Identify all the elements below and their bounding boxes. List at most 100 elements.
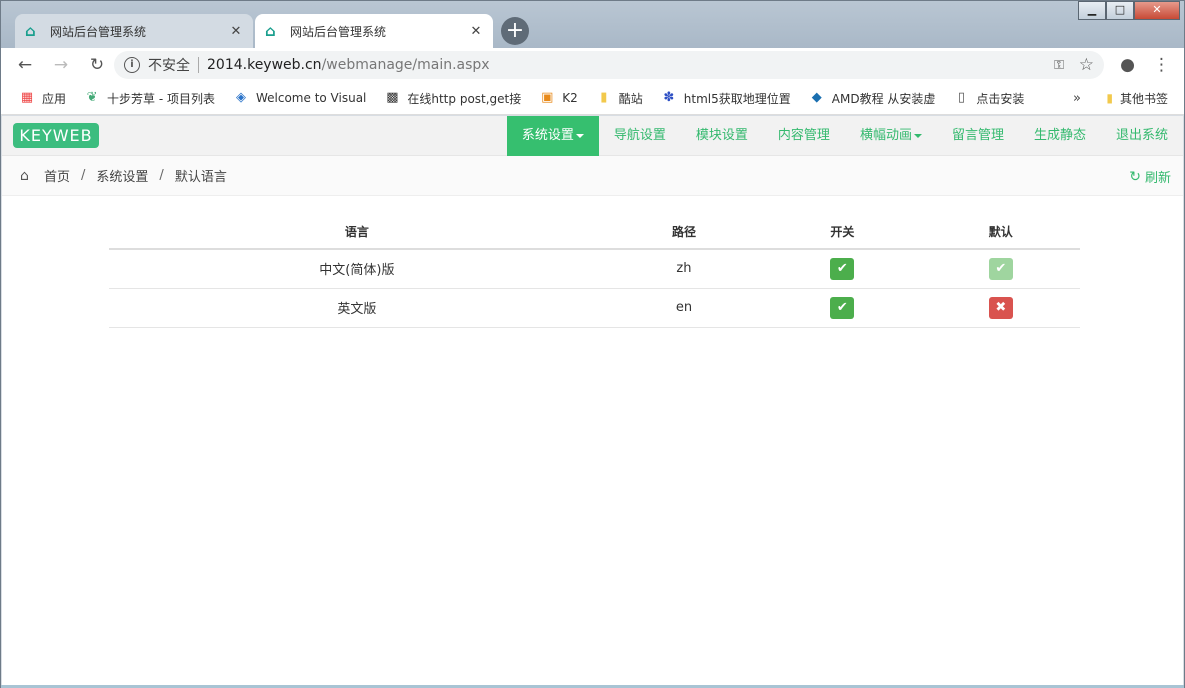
- bookmark-label: Welcome to Visual: [255, 91, 367, 105]
- bookmark-item[interactable]: ▣ K2: [539, 90, 578, 106]
- window-close-button[interactable]: ✕: [1134, 1, 1180, 20]
- visual-studio-icon: ◈: [235, 90, 246, 105]
- other-bookmarks[interactable]: ▮ 其他书签: [1106, 90, 1168, 107]
- menu-module-settings[interactable]: 模块设置: [681, 116, 763, 156]
- check-icon[interactable]: ✔: [830, 296, 855, 319]
- close-icon[interactable]: ✕: [229, 24, 243, 39]
- breadcrumb-home[interactable]: 首页: [44, 166, 70, 185]
- toolbar-right: ● ⋮: [1120, 55, 1170, 75]
- cell-language: 英文版: [109, 288, 605, 328]
- minimize-button[interactable]: ▁: [1078, 1, 1106, 20]
- cell-default: ✔: [921, 249, 1080, 289]
- k2-icon: ▣: [541, 90, 554, 105]
- key-icon[interactable]: ⚿: [1054, 58, 1064, 73]
- bookmark-item[interactable]: ✽ html5获取地理位置: [661, 90, 791, 107]
- browser-toolbar: ← → ↻ i 不安全 2014.keyweb.cn/webmanage/mai…: [1, 48, 1184, 82]
- security-label: 不安全: [148, 58, 190, 74]
- caret-down-icon: [913, 133, 922, 138]
- tab-title: 网站后台管理系统: [50, 24, 147, 39]
- menu-label: 模块设置: [695, 128, 748, 143]
- breadcrumb-separator: /: [159, 168, 164, 183]
- refresh-button[interactable]: ↻ 刷新: [1129, 167, 1171, 187]
- table-row: 中文(简体)版 zh ✔ ✔: [109, 249, 1080, 289]
- menu-content-management[interactable]: 内容管理: [763, 116, 845, 156]
- bookmark-label: AMD教程 从安装虚: [831, 91, 936, 106]
- keyweb-logo[interactable]: KEYWEB: [13, 123, 99, 148]
- menu-system-settings[interactable]: 系统设置: [506, 116, 599, 156]
- bookmark-label: 十步芳草 - 项目列表: [107, 91, 215, 106]
- new-tab-button[interactable]: +: [501, 17, 529, 45]
- menu-label: 内容管理: [777, 128, 830, 143]
- main-menu: 系统设置 导航设置 模块设置 内容管理 横幅动画 留言管理 生成静态 退出系统: [506, 116, 1183, 156]
- site-favicon-icon: ⌂: [25, 22, 36, 40]
- url-path: /webmanage/main.aspx: [321, 57, 490, 73]
- bookmark-item[interactable]: ◈ Welcome to Visual: [233, 90, 366, 106]
- menu-banner-animation[interactable]: 横幅动画: [845, 116, 937, 156]
- menu-nav-settings[interactable]: 导航设置: [599, 116, 681, 156]
- bookmark-label: html5获取地理位置: [683, 91, 791, 106]
- folder-icon: ▮: [600, 90, 608, 105]
- forward-arrow-icon[interactable]: →: [49, 55, 73, 75]
- paw-icon: ✽: [663, 90, 675, 105]
- star-icon[interactable]: ☆: [1079, 55, 1094, 75]
- menu-generate-static[interactable]: 生成静态: [1019, 116, 1101, 156]
- table-row: 英文版 en ✔ ✖: [109, 288, 1080, 328]
- tab-title: 网站后台管理系统: [290, 24, 387, 39]
- bookmark-item[interactable]: ▯ 点击安装: [953, 90, 1025, 107]
- folder-icon: ▮: [1106, 91, 1113, 105]
- cell-path: zh: [604, 249, 764, 289]
- close-icon[interactable]: ✕: [469, 24, 483, 39]
- bookmarks-bar: ▦ 应用 ❦ 十步芳草 - 项目列表 ◈ Welcome to Visual ▩ 在线h…: [1, 82, 1184, 115]
- breadcrumb-system-settings[interactable]: 系统设置: [96, 166, 148, 185]
- page-icon: ▯: [957, 90, 965, 105]
- caret-down-icon: [575, 133, 584, 138]
- check-icon[interactable]: ✔: [830, 257, 855, 280]
- apps-grid-icon: ▦: [20, 90, 34, 105]
- bookmark-label: K2: [562, 91, 578, 105]
- bookmark-label: 酷站: [618, 91, 643, 106]
- leaf-icon: ❦: [86, 90, 98, 105]
- menu-label: 导航设置: [613, 128, 666, 143]
- header-default: 默认: [921, 215, 1080, 250]
- breadcrumb-separator: /: [81, 168, 86, 183]
- bookmarks-more-icon[interactable]: »: [1073, 91, 1081, 106]
- cross-icon[interactable]: ✖: [988, 296, 1013, 319]
- bookmark-label: 点击安装: [976, 91, 1025, 106]
- refresh-label: 刷新: [1144, 171, 1171, 186]
- bookmark-label: 在线http post,get接: [407, 91, 522, 106]
- browser-tab-1[interactable]: ⌂ 网站后台管理系统 ✕: [15, 14, 253, 48]
- header-path: 路径: [604, 215, 764, 250]
- site-favicon-icon: ⌂: [265, 22, 276, 40]
- bookmark-item[interactable]: ▩ 在线http post,get接: [384, 90, 521, 107]
- breadcrumb: ⌂ 首页 / 系统设置 / 默认语言 ↻ 刷新: [2, 156, 1183, 196]
- breadcrumb-current: 默认语言: [174, 170, 227, 185]
- cell-path: en: [604, 288, 764, 328]
- browser-tab-2[interactable]: ⌂ 网站后台管理系统 ✕: [255, 14, 493, 48]
- reload-icon[interactable]: ↻: [85, 55, 109, 75]
- language-table: 语言 路径 开关 默认 中文(简体)版 zh ✔ ✔ 英文版 en ✔ ✖: [109, 215, 1080, 328]
- back-arrow-icon[interactable]: ←: [13, 55, 37, 75]
- address-bar[interactable]: i 不安全 2014.keyweb.cn/webmanage/main.aspx…: [114, 51, 1104, 79]
- top-navbar: KEYWEB 系统设置 导航设置 模块设置 内容管理 横幅动画 留言管理 生成静…: [2, 116, 1183, 156]
- check-icon[interactable]: ✔: [988, 257, 1013, 280]
- maximize-button[interactable]: □: [1106, 1, 1134, 20]
- window-controls: ▁ □ ✕: [1078, 1, 1180, 20]
- bookmark-item[interactable]: ❦ 十步芳草 - 项目列表: [84, 90, 215, 107]
- home-icon: ⌂: [20, 167, 29, 184]
- bookmark-label: 其他书签: [1119, 91, 1168, 106]
- divider: [198, 57, 199, 73]
- menu-dots-icon[interactable]: ⋮: [1153, 55, 1170, 75]
- bookmark-item[interactable]: ▦ 应用: [19, 90, 66, 107]
- info-icon[interactable]: i: [124, 57, 140, 73]
- menu-label: 生成静态: [1033, 128, 1086, 143]
- menu-logout[interactable]: 退出系统: [1101, 116, 1183, 156]
- bookmark-item[interactable]: ◆ AMD教程 从安装虚: [809, 90, 936, 107]
- menu-label: 系统设置: [521, 128, 574, 143]
- bookmark-item[interactable]: ▮ 酷站: [596, 90, 643, 107]
- header-language: 语言: [109, 215, 605, 250]
- cell-switch: ✔: [763, 288, 922, 328]
- menu-message-management[interactable]: 留言管理: [937, 116, 1019, 156]
- header-switch: 开关: [763, 215, 922, 250]
- account-icon[interactable]: ●: [1120, 55, 1135, 75]
- amd-icon: ◆: [811, 90, 822, 105]
